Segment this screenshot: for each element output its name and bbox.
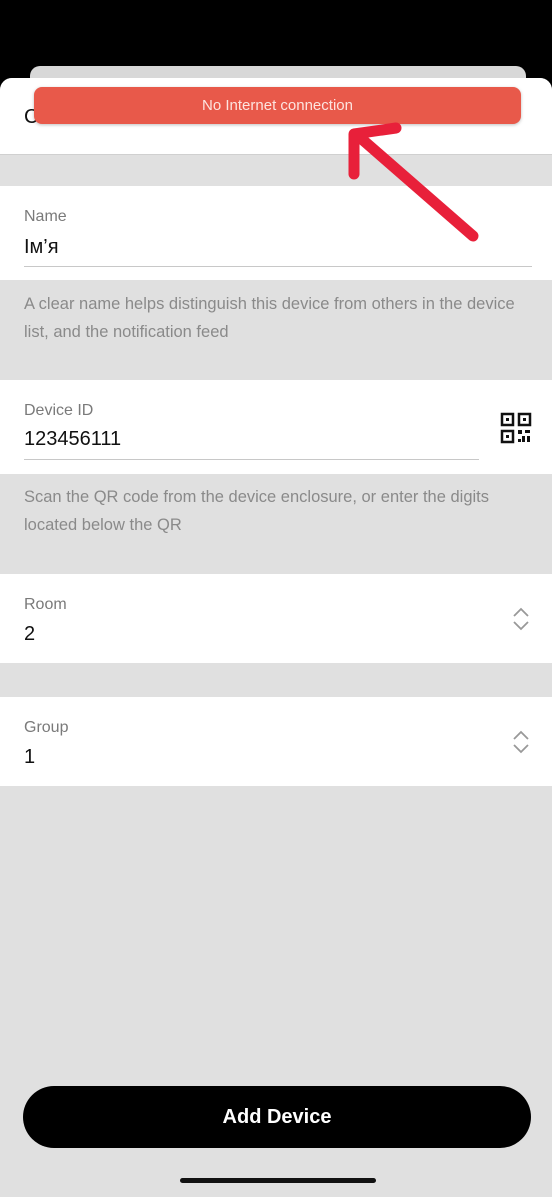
- no-internet-toast: No Internet connection: [34, 87, 521, 124]
- device-id-input[interactable]: 123456111: [24, 428, 121, 451]
- group-label: Group: [24, 719, 69, 736]
- room-selector[interactable]: Room 2: [0, 574, 552, 663]
- room-label: Room: [24, 596, 67, 613]
- name-label: Name: [24, 208, 67, 225]
- name-input[interactable]: Ім’я: [24, 236, 59, 259]
- add-device-button[interactable]: Add Device: [23, 1086, 531, 1148]
- home-indicator: [180, 1178, 376, 1183]
- device-id-label: Device ID: [24, 402, 94, 419]
- device-id-hint: Scan the QR code from the device enclosu…: [24, 488, 489, 534]
- name-underline: [24, 266, 532, 267]
- room-value: 2: [24, 623, 36, 645]
- add-device-sheet: C Name Ім’я A clear name helps distingui…: [0, 78, 552, 1197]
- qr-code-icon[interactable]: [500, 412, 532, 444]
- chevron-up-down-icon: [513, 730, 529, 754]
- name-hint: A clear name helps distinguish this devi…: [24, 295, 515, 341]
- add-device-label: Add Device: [222, 1105, 332, 1128]
- toast-text: No Internet connection: [202, 97, 353, 114]
- device-id-section: Device ID 123456111: [0, 380, 552, 474]
- group-selector[interactable]: Group 1: [0, 697, 552, 786]
- group-value: 1: [24, 746, 36, 768]
- device-id-underline: [24, 459, 479, 460]
- name-section: Name Ім’я: [0, 186, 552, 280]
- chevron-up-down-icon: [513, 607, 529, 631]
